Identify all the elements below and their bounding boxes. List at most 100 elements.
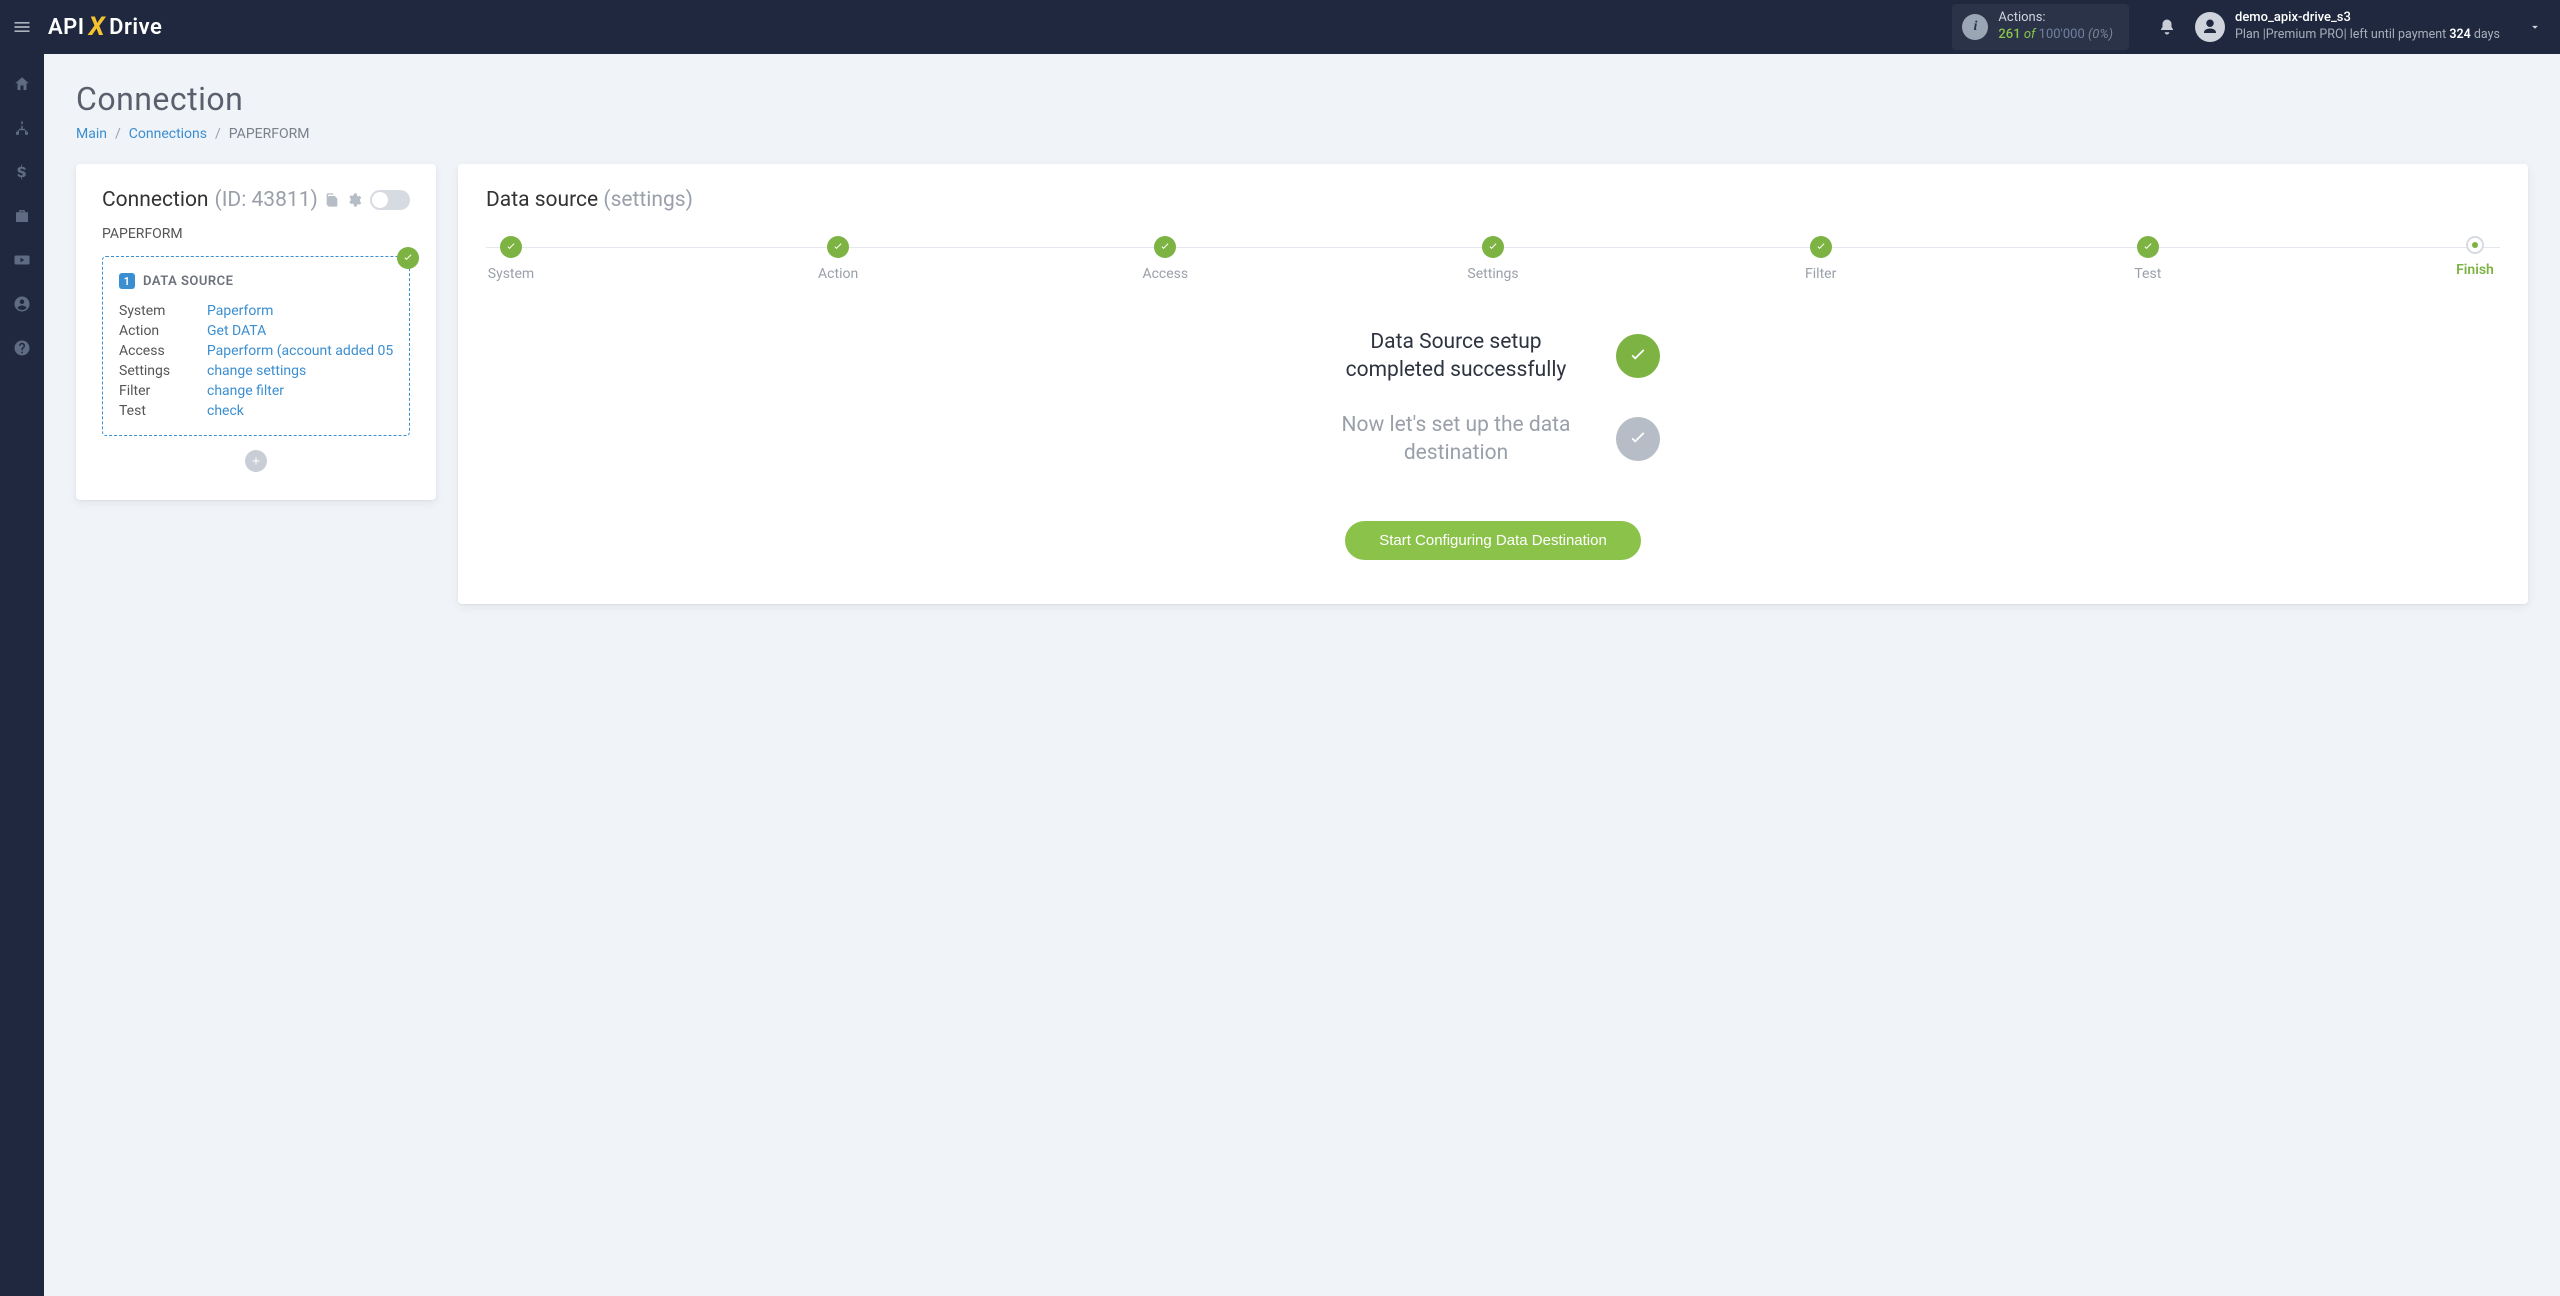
- chevron-down-icon: [2528, 20, 2542, 34]
- rail-account[interactable]: [0, 284, 44, 324]
- bell-icon: [2158, 18, 2176, 36]
- ds-row-key: Test: [119, 403, 197, 419]
- step-label: Test: [2134, 266, 2161, 282]
- settings-button[interactable]: [346, 192, 362, 208]
- ds-row-value[interactable]: change settings: [207, 363, 306, 379]
- ds-row-value[interactable]: Paperform: [207, 303, 273, 319]
- actions-counter[interactable]: i Actions: 261 of 100'000 (0%): [1952, 4, 2129, 50]
- crumb-current: PAPERFORM: [229, 126, 310, 142]
- notifications-button[interactable]: [2147, 7, 2187, 47]
- briefcase-icon: [13, 207, 31, 225]
- help-icon: [13, 339, 31, 357]
- step-test[interactable]: Test: [2123, 236, 2173, 282]
- step-dot-done: [1810, 236, 1832, 258]
- check-icon: [402, 252, 414, 264]
- step-label: Access: [1142, 266, 1188, 282]
- step-settings[interactable]: Settings: [1467, 236, 1518, 282]
- finish-next-row: Now let's set up the data destination: [1326, 411, 1660, 468]
- data-source-panel: Data source (settings) System Action Acces…: [458, 164, 2528, 604]
- check-icon: [1815, 241, 1827, 253]
- plus-icon: [250, 455, 262, 467]
- step-dot-done: [500, 236, 522, 258]
- rail-billing[interactable]: [0, 152, 44, 192]
- ds-title: 1 DATA SOURCE: [119, 273, 393, 289]
- finish-next-msg: Now let's set up the data destination: [1326, 411, 1586, 468]
- step-label: Finish: [2456, 262, 2494, 278]
- step-filter[interactable]: Filter: [1796, 236, 1846, 282]
- rail-help[interactable]: [0, 328, 44, 368]
- check-icon: [2142, 241, 2154, 253]
- actions-text: Actions: 261 of 100'000 (0%): [1998, 10, 2113, 44]
- ds-heading: DATA SOURCE: [143, 274, 234, 289]
- step-dot-done: [827, 236, 849, 258]
- crumb-connections[interactable]: Connections: [129, 126, 207, 142]
- page-title: Connection: [76, 80, 2528, 118]
- ds-row: Access Paperform (account added 05: [119, 341, 393, 361]
- start-destination-button[interactable]: Start Configuring Data Destination: [1345, 521, 1641, 560]
- step-action[interactable]: Action: [813, 236, 863, 282]
- user-icon: [2201, 18, 2219, 36]
- info-icon: i: [1962, 14, 1988, 40]
- ds-row-value[interactable]: Paperform (account added 05: [207, 343, 393, 359]
- youtube-icon: [13, 251, 31, 269]
- main-content: Connection Main / Connections / PAPERFOR…: [44, 54, 2560, 1296]
- check-icon: [1627, 345, 1649, 367]
- rail-briefcase[interactable]: [0, 196, 44, 236]
- step-finish[interactable]: Finish: [2450, 236, 2500, 282]
- actions-count: 261: [1998, 27, 2020, 42]
- rail-home[interactable]: [0, 64, 44, 104]
- ds-row-value[interactable]: check: [207, 403, 244, 419]
- data-source-box[interactable]: 1 DATA SOURCE SystemPaperformActionGet D…: [102, 256, 410, 436]
- logo-api: API: [48, 15, 85, 40]
- step-access[interactable]: Access: [1140, 236, 1190, 282]
- connection-card: Connection (ID: 43811) PAPERFORM 1 DATA …: [76, 164, 436, 500]
- dollar-icon: [13, 163, 31, 181]
- user-plan: Plan |Premium PRO| left until payment 32…: [2235, 27, 2500, 43]
- sitemap-icon: [13, 119, 31, 137]
- file-icon: [324, 192, 340, 208]
- logo-drive: Drive: [109, 15, 162, 40]
- step-system[interactable]: System: [486, 236, 536, 282]
- check-icon: [505, 241, 517, 253]
- logo[interactable]: APIXDrive: [48, 12, 162, 42]
- menu-toggle[interactable]: [0, 0, 44, 54]
- add-step-button[interactable]: [245, 450, 267, 472]
- ds-row: Filterchange filter: [119, 381, 393, 401]
- panel-title: Data source (settings): [486, 188, 2500, 212]
- ds-number-badge: 1: [119, 273, 135, 289]
- step-label: System: [488, 266, 534, 282]
- ds-row-value[interactable]: change filter: [207, 383, 284, 399]
- connection-subtitle: PAPERFORM: [102, 226, 410, 242]
- user-menu[interactable]: demo_apix-drive_s3 Plan |Premium PRO| le…: [2195, 10, 2550, 43]
- logo-x: X: [89, 12, 106, 42]
- enable-toggle[interactable]: [370, 190, 410, 210]
- ds-complete-badge: [397, 247, 419, 269]
- ds-row-key: Access: [119, 343, 197, 359]
- hamburger-icon: [12, 17, 32, 37]
- step-label: Filter: [1805, 266, 1836, 282]
- next-check: [1616, 417, 1660, 461]
- step-dot-current: [2466, 236, 2484, 254]
- copy-button[interactable]: [324, 192, 340, 208]
- rail-video[interactable]: [0, 240, 44, 280]
- connection-header: Connection (ID: 43811): [102, 188, 410, 212]
- ds-row-key: Action: [119, 323, 197, 339]
- breadcrumbs: Main / Connections / PAPERFORM: [76, 126, 2528, 142]
- actions-of: of: [2024, 27, 2036, 42]
- home-icon: [13, 75, 31, 93]
- connection-id: (ID: 43811): [215, 188, 318, 212]
- rail-connections[interactable]: [0, 108, 44, 148]
- ds-row: Settingschange settings: [119, 361, 393, 381]
- check-icon: [1627, 428, 1649, 450]
- step-label: Action: [818, 266, 858, 282]
- finish-done-msg: Data Source setup completed successfully: [1326, 328, 1586, 385]
- ds-row-value[interactable]: Get DATA: [207, 323, 266, 339]
- actions-pct: (0%): [2088, 27, 2113, 42]
- check-icon: [1159, 241, 1171, 253]
- avatar: [2195, 12, 2225, 42]
- step-dot-done: [1154, 236, 1176, 258]
- left-rail: [0, 54, 44, 1296]
- crumb-main[interactable]: Main: [76, 126, 107, 142]
- stepper: System Action Access Settings Filter Test Fini…: [486, 236, 2500, 282]
- check-icon: [832, 241, 844, 253]
